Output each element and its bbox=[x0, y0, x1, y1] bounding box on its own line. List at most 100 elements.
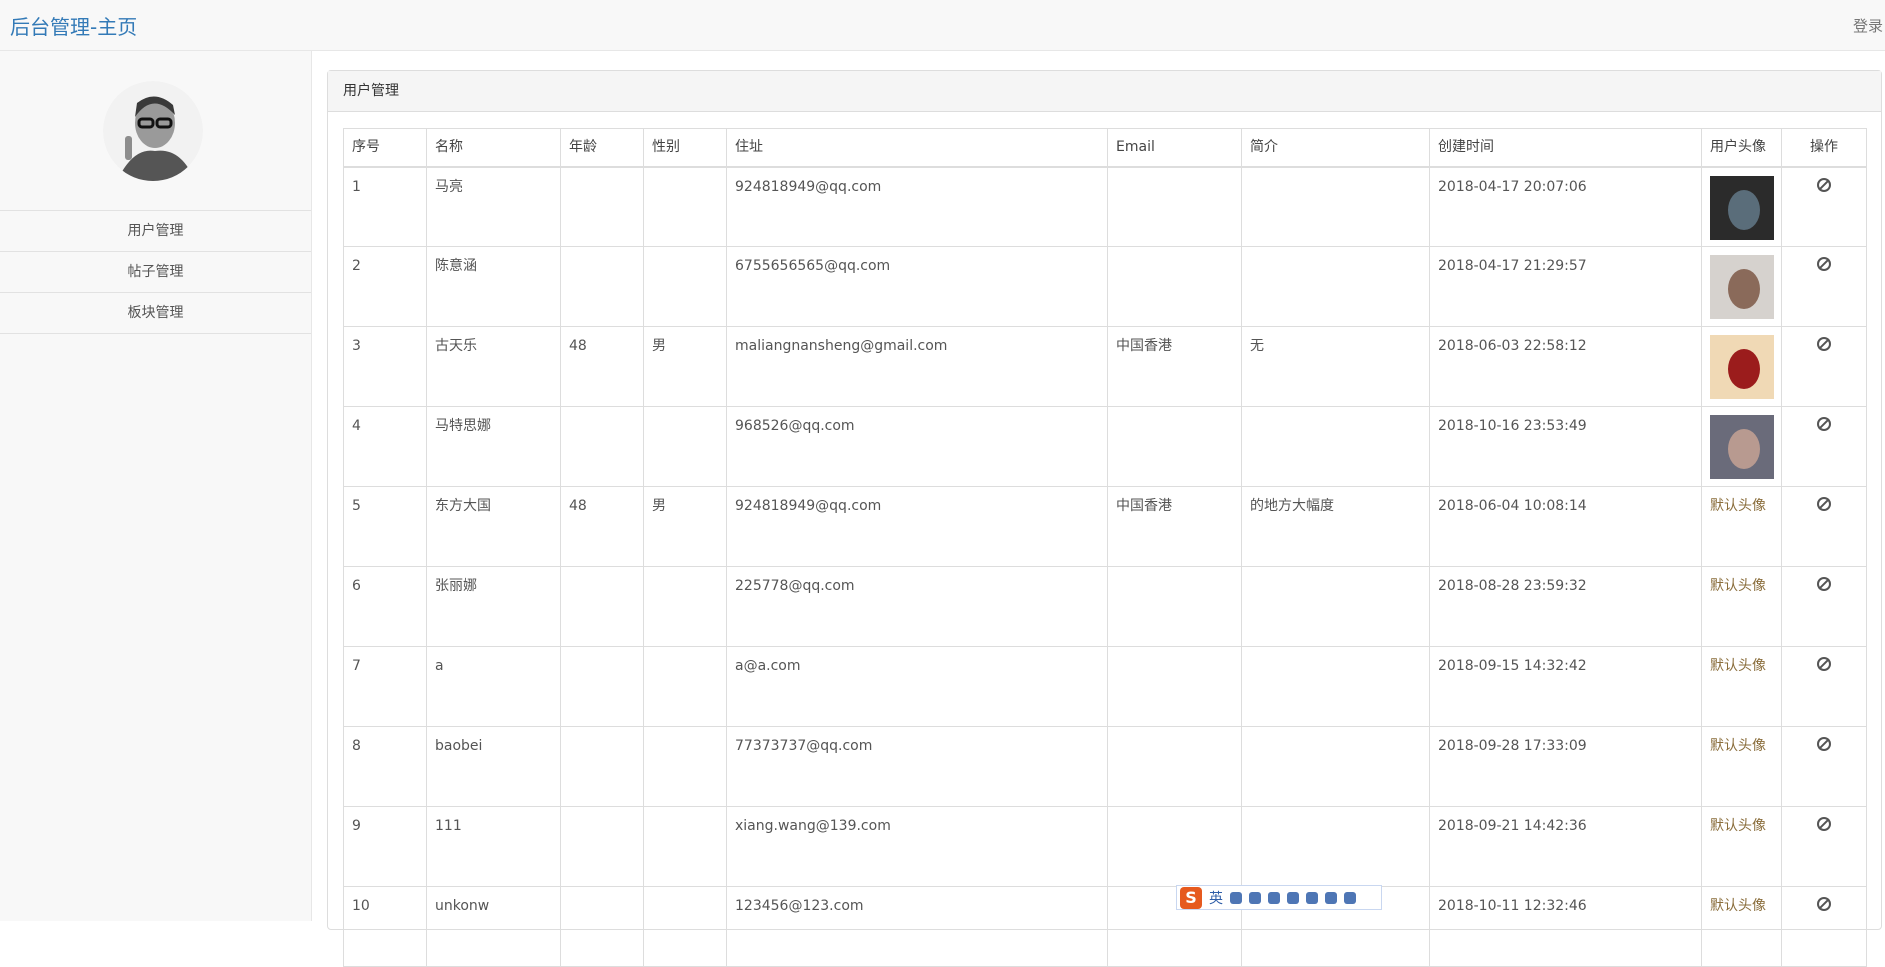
cell-email: 中国香港 bbox=[1107, 326, 1242, 407]
ime-mode-label[interactable]: 英 bbox=[1209, 888, 1223, 908]
cell-action bbox=[1781, 646, 1867, 727]
default-avatar-label: 默认头像 bbox=[1710, 738, 1766, 754]
user-icon[interactable] bbox=[1306, 891, 1318, 904]
cell-address: 924818949@qq.com bbox=[726, 166, 1108, 247]
cell-age bbox=[560, 886, 644, 967]
ban-icon[interactable] bbox=[1817, 417, 1831, 431]
cell-age bbox=[560, 806, 644, 887]
ban-icon[interactable] bbox=[1817, 177, 1831, 192]
ban-icon[interactable] bbox=[1817, 737, 1831, 751]
cell-id: 7 bbox=[343, 646, 427, 727]
ban-icon[interactable] bbox=[1817, 257, 1831, 271]
cell-created: 2018-04-17 20:07:06 bbox=[1429, 166, 1702, 247]
header-name: 名称 bbox=[426, 128, 561, 168]
cell-email bbox=[1107, 166, 1242, 247]
cell-gender: 男 bbox=[643, 326, 727, 407]
cell-age: 48 bbox=[560, 486, 644, 567]
cell-name: 古天乐 bbox=[426, 326, 561, 407]
table-row: 6 张丽娜 225778@qq.com 2018-08-28 23:59:32 默认头像 bbox=[343, 566, 1867, 647]
cell-id: 4 bbox=[343, 406, 427, 487]
cell-address: 968526@qq.com bbox=[726, 406, 1108, 487]
user-avatar-image[interactable] bbox=[1710, 175, 1774, 240]
sidebar-item-user-management[interactable]: 用户管理 bbox=[0, 211, 311, 252]
cell-id: 5 bbox=[343, 486, 427, 567]
cell-name: 张丽娜 bbox=[426, 566, 561, 647]
user-avatar-image[interactable] bbox=[1710, 335, 1774, 399]
cell-address: 6755656565@qq.com bbox=[726, 246, 1108, 327]
cell-intro: 的地方大幅度 bbox=[1241, 486, 1430, 567]
sidebar-item-board-management[interactable]: 板块管理 bbox=[0, 293, 311, 334]
cell-created: 2018-09-15 14:32:42 bbox=[1429, 646, 1702, 727]
cell-created: 2018-10-16 23:53:49 bbox=[1429, 406, 1702, 487]
cell-gender bbox=[643, 246, 727, 327]
sogou-logo-icon[interactable]: S bbox=[1180, 886, 1202, 909]
cell-gender: 男 bbox=[643, 486, 727, 567]
keyboard-icon[interactable] bbox=[1287, 891, 1299, 904]
brand-title[interactable]: 后台管理-主页 bbox=[10, 11, 137, 40]
cell-id: 2 bbox=[343, 246, 427, 327]
cell-action bbox=[1781, 406, 1867, 487]
cell-id: 1 bbox=[343, 166, 427, 247]
punctuation-icon[interactable] bbox=[1230, 891, 1242, 904]
cell-created: 2018-06-04 10:08:14 bbox=[1429, 486, 1702, 567]
emoji-icon[interactable] bbox=[1249, 891, 1261, 904]
cell-email bbox=[1107, 406, 1242, 487]
cell-action bbox=[1781, 246, 1867, 327]
cell-intro: 无 bbox=[1241, 326, 1430, 407]
cell-id: 6 bbox=[343, 566, 427, 647]
table-row: 5 东方大国 48 男 924818949@qq.com 中国香港 的地方大幅度 2018-0… bbox=[343, 486, 1867, 567]
cell-gender bbox=[643, 166, 727, 247]
cell-avatar: 默认头像 bbox=[1701, 806, 1782, 887]
cell-avatar bbox=[1701, 406, 1782, 487]
cell-created: 2018-10-11 12:32:46 bbox=[1429, 886, 1702, 967]
header-created: 创建时间 bbox=[1429, 128, 1702, 168]
ban-icon[interactable] bbox=[1817, 497, 1831, 511]
cell-avatar bbox=[1701, 166, 1782, 247]
cell-action bbox=[1781, 326, 1867, 407]
cell-gender bbox=[643, 566, 727, 647]
header-address: 住址 bbox=[726, 128, 1108, 168]
microphone-icon[interactable] bbox=[1268, 891, 1280, 904]
cell-name: baobei bbox=[426, 726, 561, 807]
ban-icon[interactable] bbox=[1817, 817, 1831, 831]
login-link[interactable]: 登录 bbox=[1853, 15, 1883, 36]
ban-icon[interactable] bbox=[1817, 657, 1831, 671]
header-avatar: 用户头像 bbox=[1701, 128, 1782, 168]
sidebar-nav: 用户管理 帖子管理 板块管理 bbox=[0, 210, 311, 334]
cell-avatar bbox=[1701, 246, 1782, 327]
cell-gender bbox=[643, 886, 727, 967]
cell-gender bbox=[643, 646, 727, 727]
cell-name: 马亮 bbox=[426, 166, 561, 247]
header-email: Email bbox=[1107, 128, 1242, 168]
cell-age bbox=[560, 246, 644, 327]
cell-intro bbox=[1241, 166, 1430, 247]
ban-icon[interactable] bbox=[1817, 577, 1831, 591]
header-age: 年龄 bbox=[560, 128, 644, 168]
cell-name: 111 bbox=[426, 806, 561, 887]
header-intro: 简介 bbox=[1241, 128, 1430, 168]
cell-age bbox=[560, 726, 644, 807]
cell-age: 48 bbox=[560, 326, 644, 407]
table-row: 9 111 xiang.wang@139.com 2018-09-21 14:42:3… bbox=[343, 806, 1867, 887]
cell-age bbox=[560, 566, 644, 647]
cell-avatar: 默认头像 bbox=[1701, 566, 1782, 647]
header-gender: 性别 bbox=[643, 128, 727, 168]
cell-email bbox=[1107, 566, 1242, 647]
cell-gender bbox=[643, 726, 727, 807]
cell-avatar: 默认头像 bbox=[1701, 646, 1782, 727]
user-avatar-image[interactable] bbox=[1710, 415, 1774, 479]
sidebar-item-post-management[interactable]: 帖子管理 bbox=[0, 252, 311, 293]
cell-name: 陈意涵 bbox=[426, 246, 561, 327]
sidebar: 用户管理 帖子管理 板块管理 bbox=[0, 51, 312, 921]
ban-icon[interactable] bbox=[1817, 337, 1831, 351]
panel-title: 用户管理 bbox=[328, 71, 1881, 112]
cell-email bbox=[1107, 646, 1242, 727]
cell-intro bbox=[1241, 406, 1430, 487]
user-avatar-image[interactable] bbox=[1710, 255, 1774, 319]
ban-icon[interactable] bbox=[1817, 897, 1831, 911]
skin-icon[interactable] bbox=[1325, 891, 1337, 904]
cell-age bbox=[560, 646, 644, 727]
toolbox-icon[interactable] bbox=[1344, 891, 1356, 904]
cell-created: 2018-09-21 14:42:36 bbox=[1429, 806, 1702, 887]
cell-id: 8 bbox=[343, 726, 427, 807]
